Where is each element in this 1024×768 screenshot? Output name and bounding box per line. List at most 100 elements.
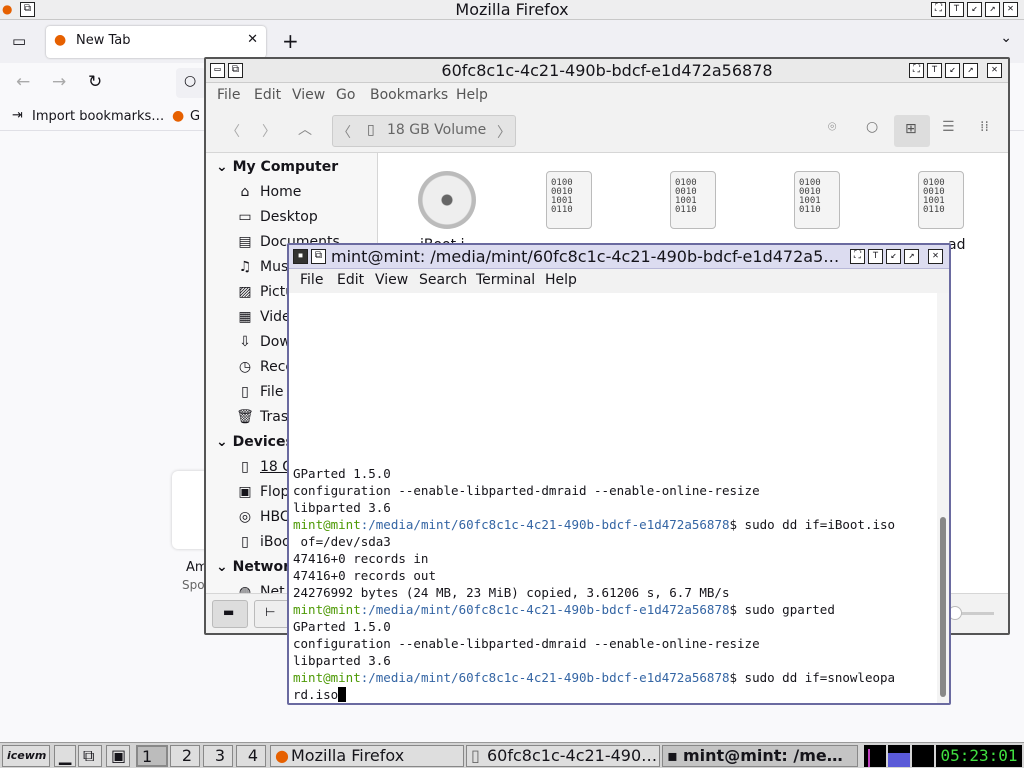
sidebar-item-label: Flop	[260, 484, 290, 500]
terminal-output[interactable]: GParted 1.5.0 configuration --enable-libp…	[289, 293, 937, 703]
forward-icon[interactable]: 〉	[262, 121, 276, 141]
scrollbar-thumb[interactable]	[940, 517, 946, 697]
places-button[interactable]: ▬	[212, 600, 248, 628]
task-terminal[interactable]: ▪ mint@mint: /me…	[662, 745, 858, 767]
task-label: mint@mint: /me…	[683, 746, 843, 765]
maximize-icon[interactable]: ↗	[904, 249, 919, 264]
menu-file[interactable]: File	[217, 87, 240, 103]
menu-file[interactable]: File	[300, 272, 323, 288]
window-list-icon[interactable]: ⧉	[78, 745, 102, 767]
network-monitor	[912, 745, 934, 767]
back-icon[interactable]: 〈	[226, 121, 240, 141]
sidebar-item-home[interactable]: ⌂ Home	[206, 180, 377, 205]
binary-file-icon[interactable]: 0100 0010 1001 0110	[918, 171, 964, 229]
fullscreen-icon[interactable]: ⛶	[909, 63, 924, 78]
window-list-icon[interactable]: ⧉	[311, 249, 326, 264]
tab-label: New Tab	[76, 33, 131, 48]
tab-overview-icon[interactable]: ▭	[12, 32, 26, 50]
file-manager-titlebar[interactable]: ▭ ⧉ 60fc8c1c-4c21-490b-bdcf-e1d472a56878…	[206, 59, 1008, 83]
forward-icon[interactable]: →	[52, 72, 66, 92]
file-manager-title: 60fc8c1c-4c21-490b-bdcf-e1d472a56878	[441, 61, 773, 80]
icon-view-button[interactable]: ⊞	[894, 115, 930, 147]
menu-edit[interactable]: Edit	[337, 272, 364, 288]
output-line: libparted 3.6	[293, 653, 391, 668]
maximize-icon[interactable]: ↗	[963, 63, 978, 78]
sidebar-item-desktop[interactable]: ▭ Desktop	[206, 205, 377, 230]
drive-icon: ▯	[471, 746, 480, 765]
fullscreen-icon[interactable]: ⛶	[931, 2, 946, 17]
task-file-manager[interactable]: ▯ 60fc8c1c-4c21-490…	[466, 745, 660, 767]
sidebar-item-label: Home	[260, 184, 302, 200]
workspace-4[interactable]: 4	[236, 745, 266, 767]
menu-help[interactable]: Help	[456, 87, 488, 103]
menu-view[interactable]: View	[292, 87, 325, 103]
bookmark-g-link[interactable]: G	[190, 109, 200, 124]
binary-file-icon[interactable]: 0100 0010 1001 0110	[546, 171, 592, 229]
import-bookmarks-link[interactable]: Import bookmarks…	[32, 109, 164, 124]
prompt-user: mint@mint	[293, 602, 361, 617]
close-icon[interactable]: ✕	[987, 63, 1002, 78]
file-manager-menubar: File Edit View Go Bookmarks Help	[206, 83, 1008, 109]
binary-file-icon[interactable]: 0100 0010 1001 0110	[794, 171, 840, 229]
rollup-icon[interactable]: ⊤	[949, 2, 964, 17]
reload-icon[interactable]: ↻	[88, 72, 102, 92]
tab-new-tab[interactable]: ● New Tab ✕	[46, 26, 266, 58]
location-right-icon[interactable]: 〉	[497, 122, 511, 142]
menu-bookmarks[interactable]: Bookmarks	[370, 87, 448, 103]
sidebar-heading-label: My Computer	[232, 159, 339, 175]
menu-help[interactable]: Help	[545, 272, 577, 288]
close-icon[interactable]: ✕	[1003, 2, 1018, 17]
firefox-titlebar[interactable]: ● ⧉ Mozilla Firefox ⛶ ⊤ ↙ ↗ ✕	[0, 0, 1024, 20]
terminal-icon[interactable]: ▪	[293, 249, 308, 264]
up-icon[interactable]: ︿	[298, 119, 312, 139]
search-icon[interactable]: ○	[866, 119, 878, 135]
menu-search[interactable]: Search	[419, 272, 467, 288]
bookmark-firefox-icon: ●	[172, 108, 185, 124]
cpu-bar	[868, 749, 870, 767]
workspace-3[interactable]: 3	[203, 745, 233, 767]
show-desktop-icon[interactable]: ▁	[54, 745, 76, 767]
location-pin-icon[interactable]: ⌾	[828, 119, 836, 135]
terminal-titlebar[interactable]: ▪ ⧉ mint@mint: /media/mint/60fc8c1c-4c21…	[289, 245, 949, 269]
tree-button[interactable]: ⊢	[254, 600, 290, 628]
list-view-icon[interactable]: ☰	[942, 119, 955, 135]
new-tab-button[interactable]: +	[282, 29, 299, 53]
location-left-icon[interactable]: 〈	[337, 122, 351, 142]
drive-icon: ▯	[241, 459, 249, 475]
url-bar[interactable]: ○	[176, 68, 206, 98]
start-menu-button[interactable]: icewm	[2, 745, 50, 767]
close-icon[interactable]: ✕	[928, 249, 943, 264]
workspace-2[interactable]: 2	[170, 745, 200, 767]
download-icon: ⇩	[239, 334, 251, 350]
location-bar[interactable]: 〈 ▯ 18 GB Volume 〉	[332, 115, 516, 147]
compact-view-icon[interactable]: ⁞⁞	[980, 119, 989, 135]
drive-icon: ▯	[241, 384, 249, 400]
tab-close-icon[interactable]: ✕	[247, 32, 258, 47]
binary-file-icon[interactable]: 0100 0010 1001 0110	[670, 171, 716, 229]
task-label: 60fc8c1c-4c21-490…	[487, 746, 658, 765]
location-button[interactable]: 18 GB Volume	[387, 122, 486, 138]
maximize-icon[interactable]: ↗	[985, 2, 1000, 17]
workspace-1[interactable]: 1	[136, 745, 168, 767]
terminal-launcher-icon[interactable]: ▣	[106, 745, 130, 767]
menu-terminal[interactable]: Terminal	[476, 272, 535, 288]
rollup-icon[interactable]: ⊤	[927, 63, 942, 78]
menu-view[interactable]: View	[375, 272, 408, 288]
rollup-icon[interactable]: ⊤	[868, 249, 883, 264]
sidebar-heading-my-computer[interactable]: ⌄ My Computer	[206, 155, 377, 180]
tab-list-chevron-icon[interactable]: ⌄	[1000, 30, 1012, 46]
task-firefox[interactable]: ● Mozilla Firefox	[270, 745, 464, 767]
menu-go[interactable]: Go	[336, 87, 355, 103]
minimize-icon[interactable]: ↙	[967, 2, 982, 17]
text-cursor: _	[338, 687, 346, 702]
terminal-scrollbar[interactable]	[937, 293, 949, 703]
minimize-icon[interactable]: ↙	[886, 249, 901, 264]
fullscreen-icon[interactable]: ⛶	[850, 249, 865, 264]
tree-icon: ⊢	[265, 605, 276, 619]
disc-image-icon[interactable]	[418, 171, 476, 229]
menu-edit[interactable]: Edit	[254, 87, 281, 103]
sidebar-heading-label: Networ	[232, 559, 290, 575]
prompt-line: mint@mint:/media/mint/60fc8c1c-4c21-490b…	[293, 601, 937, 618]
back-icon[interactable]: ←	[16, 72, 30, 92]
minimize-icon[interactable]: ↙	[945, 63, 960, 78]
